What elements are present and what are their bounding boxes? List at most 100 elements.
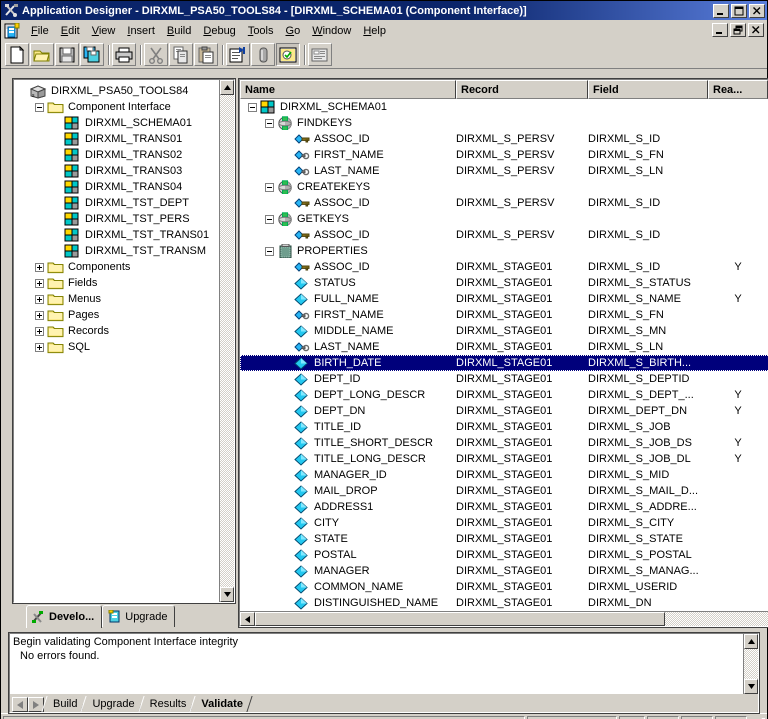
tree-item-dirxml-trans01[interactable]: DIRXML_TRANS01 xyxy=(18,131,219,147)
scroll-down-arrow[interactable] xyxy=(744,679,758,694)
menu-item-file[interactable]: File xyxy=(25,23,55,39)
collapse-minus-icon[interactable] xyxy=(265,119,274,128)
output-vscrollbar[interactable] xyxy=(743,634,758,694)
mdi-document-icon[interactable] xyxy=(4,23,20,39)
listview-row[interactable]: ASSOC_IDDIRXML_S_PERSVDIRXML_S_ID xyxy=(240,195,768,211)
listview-row[interactable]: FULL_NAMEDIRXML_STAGE01DIRXML_S_NAMEY xyxy=(240,291,768,307)
save-all-icon[interactable] xyxy=(80,43,104,66)
paste-icon[interactable] xyxy=(194,43,218,66)
scroll-down-arrow[interactable] xyxy=(220,587,234,602)
listview-row[interactable]: DISTINGUISHED_NAMEDIRXML_STAGE01DIRXML_D… xyxy=(240,595,768,611)
window-titlebar[interactable]: Application Designer - DIRXML_PSA50_TOOL… xyxy=(1,1,767,20)
scroll-thumb[interactable] xyxy=(255,612,665,626)
print-icon[interactable] xyxy=(112,43,136,66)
output-tab-build[interactable]: Build xyxy=(44,696,83,712)
menu-item-build[interactable]: Build xyxy=(161,23,197,39)
tab-development[interactable]: Develo... xyxy=(26,605,102,628)
listview-row[interactable]: ASSOC_IDDIRXML_S_PERSVDIRXML_S_ID xyxy=(240,131,768,147)
build-project-icon[interactable] xyxy=(251,43,275,66)
menu-item-edit[interactable]: Edit xyxy=(55,23,86,39)
tree-item-pages[interactable]: Pages xyxy=(18,307,219,323)
output-tab-upgrade[interactable]: Upgrade xyxy=(83,696,140,712)
tree-item-menus[interactable]: Menus xyxy=(18,291,219,307)
ci-listview[interactable]: NameRecordFieldRea... DIRXML_SCHEMA01FIN… xyxy=(239,79,768,627)
menu-item-view[interactable]: View xyxy=(86,23,122,39)
project-tree-vscrollbar[interactable] xyxy=(219,80,234,602)
listview-row[interactable]: ADDRESS1DIRXML_STAGE01DIRXML_S_ADDRE... xyxy=(240,499,768,515)
expand-plus-icon[interactable] xyxy=(35,295,44,304)
collapse-minus-icon[interactable] xyxy=(265,247,274,256)
tree-item-components[interactable]: Components xyxy=(18,259,219,275)
listview-row[interactable]: STATEDIRXML_STAGE01DIRXML_S_STATE xyxy=(240,531,768,547)
listview-row[interactable]: TITLE_LONG_DESCRDIRXML_STAGE01DIRXML_S_J… xyxy=(240,451,768,467)
listview-row[interactable]: PROPERTIES xyxy=(240,243,768,259)
menu-item-debug[interactable]: Debug xyxy=(197,23,241,39)
listview-row[interactable]: DEPT_LONG_DESCRDIRXML_STAGE01DIRXML_S_DE… xyxy=(240,387,768,403)
listview-row[interactable]: COMMON_NAMEDIRXML_STAGE01DIRXML_USERID xyxy=(240,579,768,595)
listview-row[interactable]: FINDKEYS xyxy=(240,115,768,131)
expand-plus-icon[interactable] xyxy=(35,279,44,288)
listview-row[interactable]: FIRST_NAMEDIRXML_S_PERSVDIRXML_S_FN xyxy=(240,147,768,163)
open-folder-icon[interactable] xyxy=(30,43,54,66)
scroll-up-arrow[interactable] xyxy=(220,80,234,95)
tree-item-dirxml-schema01[interactable]: DIRXML_SCHEMA01 xyxy=(18,115,219,131)
mdi-close-button[interactable] xyxy=(748,23,764,37)
tab-upgrade[interactable]: Upgrade xyxy=(102,605,175,627)
listview-header[interactable]: NameRecordFieldRea... xyxy=(240,80,768,99)
collapse-minus-icon[interactable] xyxy=(35,103,44,112)
tree-item-records[interactable]: Records xyxy=(18,323,219,339)
listview-row[interactable]: TITLE_IDDIRXML_STAGE01DIRXML_S_JOB xyxy=(240,419,768,435)
tree-item-sql[interactable]: SQL xyxy=(18,339,219,355)
listview-row[interactable]: GETKEYS xyxy=(240,211,768,227)
column-header-rea[interactable]: Rea... xyxy=(708,80,768,99)
tree-item-fields[interactable]: Fields xyxy=(18,275,219,291)
scroll-track[interactable] xyxy=(744,649,758,679)
listview-row[interactable]: ASSOC_IDDIRXML_S_PERSVDIRXML_S_ID xyxy=(240,227,768,243)
menu-item-insert[interactable]: Insert xyxy=(121,23,161,39)
listview-row[interactable]: MIDDLE_NAMEDIRXML_STAGE01DIRXML_S_MN xyxy=(240,323,768,339)
column-header-record[interactable]: Record xyxy=(456,80,588,99)
tree-item-component-interface[interactable]: Component Interface xyxy=(18,99,219,115)
listview-row[interactable]: DIRXML_SCHEMA01 xyxy=(240,99,768,115)
column-header-field[interactable]: Field xyxy=(588,80,708,99)
menu-item-go[interactable]: Go xyxy=(280,23,307,39)
collapse-minus-icon[interactable] xyxy=(265,183,274,192)
close-button[interactable] xyxy=(749,4,765,18)
tree-item-dirxml-trans02[interactable]: DIRXML_TRANS02 xyxy=(18,147,219,163)
output-tab-results[interactable]: Results xyxy=(141,696,193,712)
listview-row[interactable]: TITLE_SHORT_DESCRDIRXML_STAGE01DIRXML_S_… xyxy=(240,435,768,451)
listview-row[interactable]: CITYDIRXML_STAGE01DIRXML_S_CITY xyxy=(240,515,768,531)
listview-row-selected[interactable]: BIRTH_DATEDIRXML_STAGE01DIRXML_S_BIRTH..… xyxy=(240,355,768,371)
scroll-track[interactable] xyxy=(220,95,234,587)
menu-item-tools[interactable]: Tools xyxy=(242,23,280,39)
listview-row[interactable]: DEPT_DNDIRXML_STAGE01DIRXML_DEPT_DNY xyxy=(240,403,768,419)
collapse-minus-icon[interactable] xyxy=(248,103,257,112)
minimize-button[interactable] xyxy=(713,4,729,18)
project-workspace-icon[interactable] xyxy=(308,43,332,66)
listview-row[interactable]: CREATEKEYS xyxy=(240,179,768,195)
scroll-up-arrow[interactable] xyxy=(744,634,758,649)
tree-item-dirxml-tst-dept[interactable]: DIRXML_TST_DEPT xyxy=(18,195,219,211)
scroll-track[interactable] xyxy=(255,612,768,626)
validate-icon[interactable] xyxy=(276,43,300,66)
collapse-minus-icon[interactable] xyxy=(265,215,274,224)
scroll-left-arrow[interactable] xyxy=(240,612,255,626)
output-tab-validate[interactable]: Validate xyxy=(192,696,249,712)
expand-plus-icon[interactable] xyxy=(35,263,44,272)
tree-item-dirxml-trans04[interactable]: DIRXML_TRANS04 xyxy=(18,179,219,195)
listview-hscrollbar[interactable] xyxy=(240,611,768,626)
listview-row[interactable]: POSTALDIRXML_STAGE01DIRXML_S_POSTAL xyxy=(240,547,768,563)
output-tabs-scroll-left[interactable] xyxy=(12,697,28,712)
listview-row[interactable]: MANAGER_IDDIRXML_STAGE01DIRXML_S_MID xyxy=(240,467,768,483)
mdi-restore-button[interactable] xyxy=(730,23,746,37)
listview-row[interactable]: STATUSDIRXML_STAGE01DIRXML_S_STATUS xyxy=(240,275,768,291)
tree-item-dirxml-trans03[interactable]: DIRXML_TRANS03 xyxy=(18,163,219,179)
listview-row[interactable]: MANAGERDIRXML_STAGE01DIRXML_S_MANAG... xyxy=(240,563,768,579)
tree-item-dirxml-tst-trans01[interactable]: DIRXML_TST_TRANS01 xyxy=(18,227,219,243)
column-header-name[interactable]: Name xyxy=(240,80,456,99)
listview-row[interactable]: FIRST_NAMEDIRXML_STAGE01DIRXML_S_FN xyxy=(240,307,768,323)
menu-item-help[interactable]: Help xyxy=(357,23,392,39)
expand-plus-icon[interactable] xyxy=(35,343,44,352)
expand-plus-icon[interactable] xyxy=(35,327,44,336)
listview-body[interactable]: DIRXML_SCHEMA01FINDKEYSASSOC_IDDIRXML_S_… xyxy=(240,99,768,611)
